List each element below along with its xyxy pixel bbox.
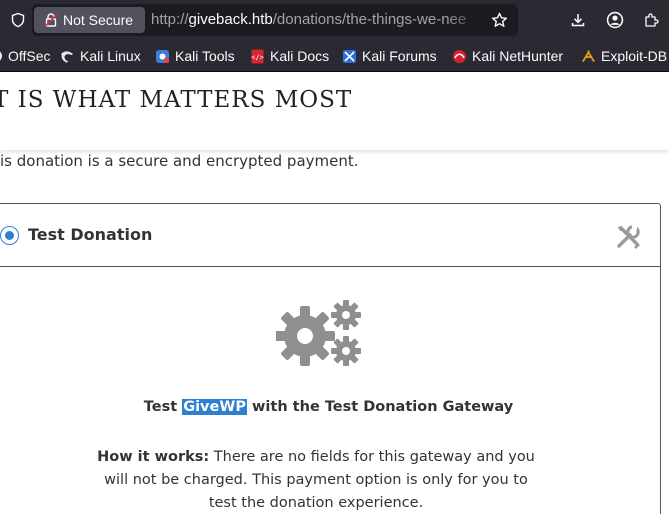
secure-payment-note: is donation is a secure and encrypted pa… [0, 152, 359, 170]
account-icon[interactable] [605, 10, 625, 30]
url-scheme: http:// [151, 11, 189, 28]
bookmark-label: OffSec [8, 48, 51, 64]
kali-dragon-icon [60, 49, 75, 64]
kali-tools-icon [155, 49, 170, 64]
gateway-radio-selected[interactable] [0, 226, 19, 245]
selected-text-givewp[interactable]: GiveWP [182, 399, 247, 415]
url-host: giveback.htb [188, 11, 273, 28]
offsec-icon [0, 49, 3, 64]
bookmark-kali-linux[interactable]: Kali Linux [60, 48, 141, 64]
gateway-description: Test GiveWP with the Test Donation Gatew… [0, 268, 660, 514]
radio-dot [5, 231, 14, 240]
payment-gateway-box: Test Donation Test GiveWP with the Test … [0, 203, 661, 514]
url-path: /donations/the-things-we-nee [272, 11, 467, 28]
page-content: T IS WHAT MATTERS MOST is donation is a … [0, 73, 669, 514]
bookmark-label: Kali Linux [80, 48, 141, 64]
how-it-works-label: How it works: [97, 449, 210, 465]
gateway-label[interactable]: Test Donation [28, 225, 152, 244]
exploit-db-icon [581, 49, 596, 64]
bookmark-label: Kali Tools [175, 48, 235, 64]
bookmark-label: Kali Forums [362, 48, 437, 64]
tools-icon [617, 225, 640, 249]
how-it-works-text: How it works: There are no fields for th… [91, 446, 541, 514]
not-secure-label: Not Secure [63, 12, 134, 28]
nethunter-icon [452, 49, 467, 64]
bookmarks-toolbar: OffSec Kali Linux Kali Tools </> Kali Do… [0, 40, 669, 72]
insecure-lock-icon [41, 10, 61, 30]
test-suffix: with the Test Donation Gateway [246, 399, 514, 415]
bookmark-label: Kali NetHunter [472, 48, 564, 64]
gateway-option-test-donation[interactable]: Test Donation [0, 204, 660, 267]
cogs-icon [276, 300, 361, 366]
url-text[interactable]: http://giveback.htb/donations/the-things… [151, 11, 485, 31]
not-secure-indicator[interactable]: Not Secure [34, 7, 145, 33]
bookmark-star-icon[interactable] [489, 10, 509, 30]
bookmark-kali-tools[interactable]: Kali Tools [155, 48, 235, 64]
bookmark-offsec[interactable]: OffSec [0, 48, 51, 64]
test-gateway-heading: Test GiveWP with the Test Donation Gatew… [0, 399, 660, 415]
bookmark-kali-docs[interactable]: </> Kali Docs [250, 48, 329, 64]
bookmark-label: Exploit-DB [601, 48, 668, 64]
bookmark-label: Kali Docs [270, 48, 330, 64]
address-bar[interactable]: Not Secure http://giveback.htb/donations… [32, 4, 518, 36]
kali-docs-icon: </> [250, 49, 265, 64]
downloads-icon[interactable] [568, 10, 588, 30]
page-title: T IS WHAT MATTERS MOST [0, 87, 353, 113]
bookmark-exploit-db[interactable]: Exploit-DB [581, 48, 667, 64]
tracking-protection-shield-icon[interactable] [8, 10, 28, 30]
test-prefix: Test [143, 399, 183, 415]
kali-forums-icon [342, 49, 357, 64]
extensions-icon[interactable] [641, 10, 661, 30]
svg-text:</>: </> [251, 53, 264, 61]
bookmark-kali-nethunter[interactable]: Kali NetHunter [452, 48, 563, 64]
browser-toolbar: Not Secure http://giveback.htb/donations… [0, 0, 669, 40]
bookmark-kali-forums[interactable]: Kali Forums [342, 48, 437, 64]
site-header: T IS WHAT MATTERS MOST [0, 73, 669, 150]
